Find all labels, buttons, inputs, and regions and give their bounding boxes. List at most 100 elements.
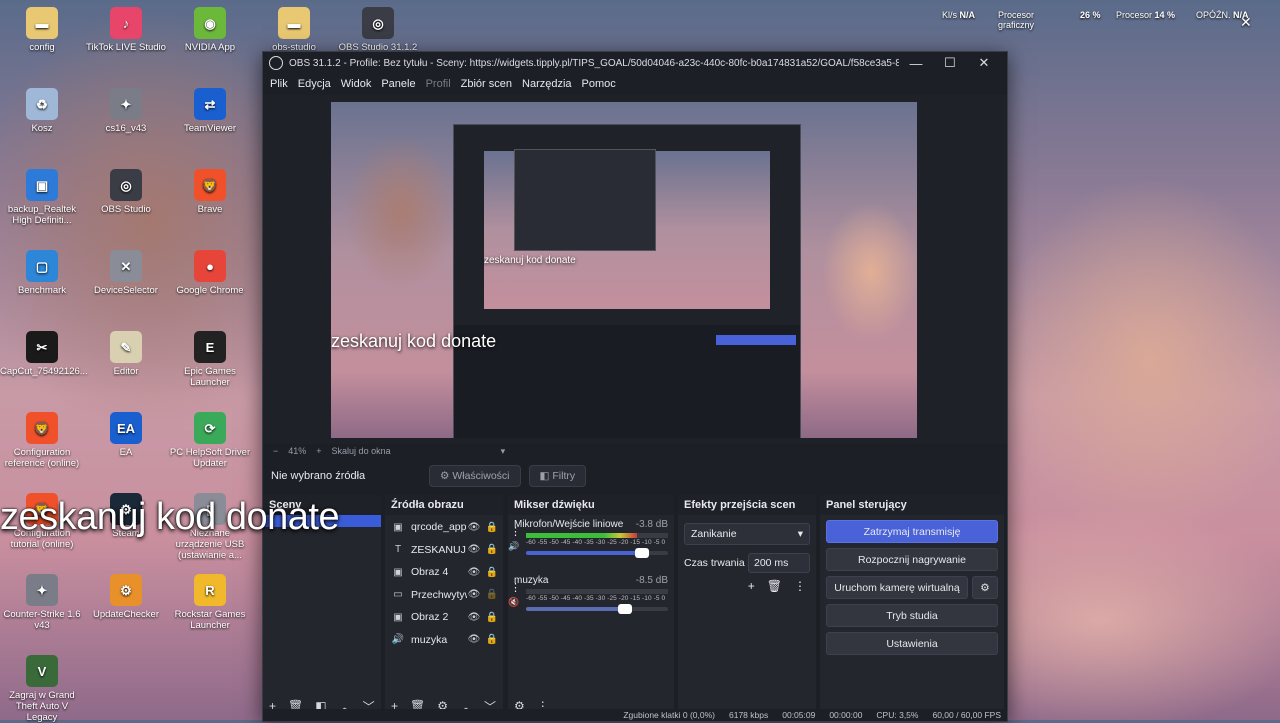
hud-gpu-value: 26 % bbox=[1080, 10, 1101, 20]
volume-slider[interactable] bbox=[526, 604, 668, 614]
more-icon[interactable]: ⋮ bbox=[510, 581, 521, 594]
brave-icon: 🦁 bbox=[194, 169, 226, 201]
desktop-icon-label: CapCut_75492126... bbox=[0, 366, 88, 377]
preview-canvas[interactable]: zeskanuj kod donate zeskanuj kod donate bbox=[331, 102, 917, 438]
desktop-icon[interactable]: ▬ config bbox=[0, 7, 84, 53]
more-icon[interactable]: ⋮ bbox=[510, 525, 521, 538]
desktop-icon[interactable]: ⟳ PC HelpSoft Driver Updater bbox=[168, 412, 252, 469]
eye-icon[interactable]: 👁 bbox=[467, 522, 481, 533]
trash-icon[interactable]: 🗑 bbox=[767, 579, 782, 593]
tiktok-icon: ♪ bbox=[110, 7, 142, 39]
level-fill bbox=[526, 533, 637, 538]
desktop-icon[interactable]: R Rockstar Games Launcher bbox=[168, 574, 252, 631]
lock-icon[interactable]: 🔒 bbox=[485, 634, 499, 645]
volume-slider[interactable] bbox=[526, 548, 668, 558]
menu-widok[interactable]: Widok bbox=[336, 78, 377, 90]
start-record-button[interactable]: Rozpocznij nagrywanie bbox=[826, 548, 998, 571]
desktop-icon[interactable]: ⚙ UpdateChecker bbox=[84, 574, 168, 620]
virtual-cam-settings-gear-icon[interactable]: ⚙ bbox=[972, 576, 998, 599]
mixer-channel: Mikrofon/Wejście liniowe -3.8 dB -60 -55 -… bbox=[508, 515, 674, 558]
close-button[interactable]: ✕ bbox=[967, 55, 1001, 71]
hud-gpu-label: Procesor graficzny bbox=[998, 10, 1035, 30]
transition-select[interactable]: Zanikanie ▾ bbox=[684, 523, 810, 545]
speaker-icon[interactable]: 🔊 bbox=[508, 541, 519, 552]
volume-knob[interactable] bbox=[618, 604, 633, 614]
record-time: 00:00:00 bbox=[829, 710, 863, 720]
minimize-button[interactable]: — bbox=[899, 56, 933, 71]
desktop-icon[interactable]: 🦁 Configuration reference (online) bbox=[0, 412, 84, 469]
desktop-icon[interactable]: E Epic Games Launcher bbox=[168, 331, 252, 388]
brave-icon: 🦁 bbox=[26, 412, 58, 444]
obs-logo-icon bbox=[269, 56, 283, 70]
stop-stream-button[interactable]: Zatrzymaj transmisję bbox=[826, 520, 998, 543]
menu-panele[interactable]: Panele bbox=[376, 78, 420, 90]
menu-narzędzia[interactable]: Narzędzia bbox=[517, 78, 577, 90]
gear-icon: ⚙ bbox=[440, 470, 450, 482]
desktop-icon[interactable]: ♪ TikTok LIVE Studio bbox=[84, 7, 168, 53]
eye-icon[interactable]: 👁 bbox=[467, 612, 481, 623]
source-item[interactable]: 🔊 muzyka 👁 🔒 bbox=[385, 629, 503, 652]
lock-icon[interactable]: 🔒 bbox=[485, 612, 499, 623]
desktop-icon[interactable]: ▣ backup_Realtek High Definiti... bbox=[0, 169, 84, 226]
desktop-icon[interactable]: EA EA bbox=[84, 412, 168, 458]
source-item[interactable]: ▣ qrcode_app 👁 🔒 bbox=[385, 516, 503, 539]
ea-icon: EA bbox=[110, 412, 142, 444]
volume-knob[interactable] bbox=[635, 548, 650, 558]
stream-time: 00:05:09 bbox=[782, 710, 816, 720]
lock-icon[interactable]: 🔒 bbox=[485, 567, 499, 578]
properties-button[interactable]: ⚙ Właściwości bbox=[429, 465, 521, 487]
menu-pomoc[interactable]: Pomoc bbox=[577, 78, 621, 90]
desktop-icon[interactable]: ♻ Kosz bbox=[0, 88, 84, 134]
desktop-icon[interactable]: ✂ CapCut_75492126... bbox=[0, 331, 88, 377]
settings-button[interactable]: Ustawienia bbox=[826, 632, 998, 655]
source-item[interactable]: ▣ Obraz 2 👁 🔒 bbox=[385, 606, 503, 629]
desktop-icon[interactable]: ◎ OBS Studio bbox=[84, 169, 168, 215]
desktop-icon[interactable]: ◉ NVIDIA App bbox=[168, 7, 252, 53]
lock-icon[interactable]: 🔒 bbox=[485, 522, 499, 533]
hud-network: Kl/s N/A bbox=[942, 10, 976, 20]
virtual-cam-button[interactable]: Uruchom kamerę wirtualną bbox=[826, 576, 968, 599]
source-item[interactable]: T ZESKANUJ KOD👁 🔒 bbox=[385, 539, 503, 562]
zoom-out-icon[interactable]: − bbox=[273, 446, 278, 456]
desktop-icon[interactable]: ◎ OBS Studio 31.1.2 bbox=[336, 7, 420, 53]
recycle-bin-icon: ♻ bbox=[26, 88, 58, 120]
eye-icon[interactable]: 👁 bbox=[467, 589, 481, 600]
menu-edycja[interactable]: Edycja bbox=[293, 78, 336, 90]
studio-mode-button[interactable]: Tryb studia bbox=[826, 604, 998, 627]
desktop-icon[interactable]: ✕ DeviceSelector bbox=[84, 250, 168, 296]
desktop-icon[interactable]: V Zagraj w Grand Theft Auto V Legacy bbox=[0, 655, 84, 723]
chevron-down-icon[interactable]: ▾ bbox=[501, 446, 506, 457]
desktop-icon[interactable]: ▢ Benchmark bbox=[0, 250, 84, 296]
desktop-icon-label: Kosz bbox=[31, 123, 53, 134]
source-item[interactable]: ▣ Obraz 4 👁 🔒 bbox=[385, 561, 503, 584]
zoom-in-icon[interactable]: + bbox=[316, 446, 321, 456]
duration-input[interactable]: 200 ms bbox=[748, 553, 810, 573]
eye-icon[interactable]: 👁 bbox=[467, 634, 481, 645]
add-icon[interactable]: + bbox=[748, 579, 755, 593]
maximize-button[interactable]: ☐ bbox=[933, 55, 967, 71]
hud-close-icon[interactable]: ✕ bbox=[1240, 14, 1252, 31]
lock-icon[interactable]: 🔒 bbox=[485, 589, 499, 600]
muted-speaker-icon[interactable]: 🔇 bbox=[508, 597, 519, 608]
menu-zbiór-scen[interactable]: Zbiór scen bbox=[456, 78, 517, 90]
source-label: qrcode_app bbox=[411, 521, 467, 534]
desktop-icon[interactable]: ● Google Chrome bbox=[168, 250, 252, 296]
desktop-icon[interactable]: ✦ Counter-Strike 1.6 v43 bbox=[0, 574, 84, 631]
desktop-icon[interactable]: ▬ obs-studio bbox=[252, 7, 336, 53]
source-item[interactable]: ▭ Przechwytywanie ekranu👁 🔒 bbox=[385, 584, 503, 607]
desktop-icon-label: Google Chrome bbox=[176, 285, 244, 296]
mixer-channel: muzyka -8.5 dB -60 -55 -50 -45 -40 -35 -30… bbox=[508, 571, 674, 614]
desktop-icon[interactable]: ⇄ TeamViewer bbox=[168, 88, 252, 134]
cs-icon: ✦ bbox=[110, 88, 142, 120]
filters-button[interactable]: ◧ Filtry bbox=[528, 465, 587, 487]
eye-icon[interactable]: 👁 bbox=[467, 567, 481, 578]
lock-icon[interactable]: 🔒 bbox=[485, 544, 499, 555]
menu-plik[interactable]: Plik bbox=[265, 78, 293, 90]
eye-icon[interactable]: 👁 bbox=[467, 544, 481, 555]
desktop-icon[interactable]: ✎ Editor bbox=[84, 331, 168, 377]
zoom-mode-select[interactable]: Skaluj do okna bbox=[332, 446, 391, 456]
channel-name: Mikrofon/Wejście liniowe bbox=[514, 519, 624, 530]
desktop-icon[interactable]: 🦁 Brave bbox=[168, 169, 252, 215]
more-icon[interactable]: ⋮ bbox=[794, 579, 806, 593]
desktop-icon[interactable]: ✦ cs16_v43 bbox=[84, 88, 168, 134]
